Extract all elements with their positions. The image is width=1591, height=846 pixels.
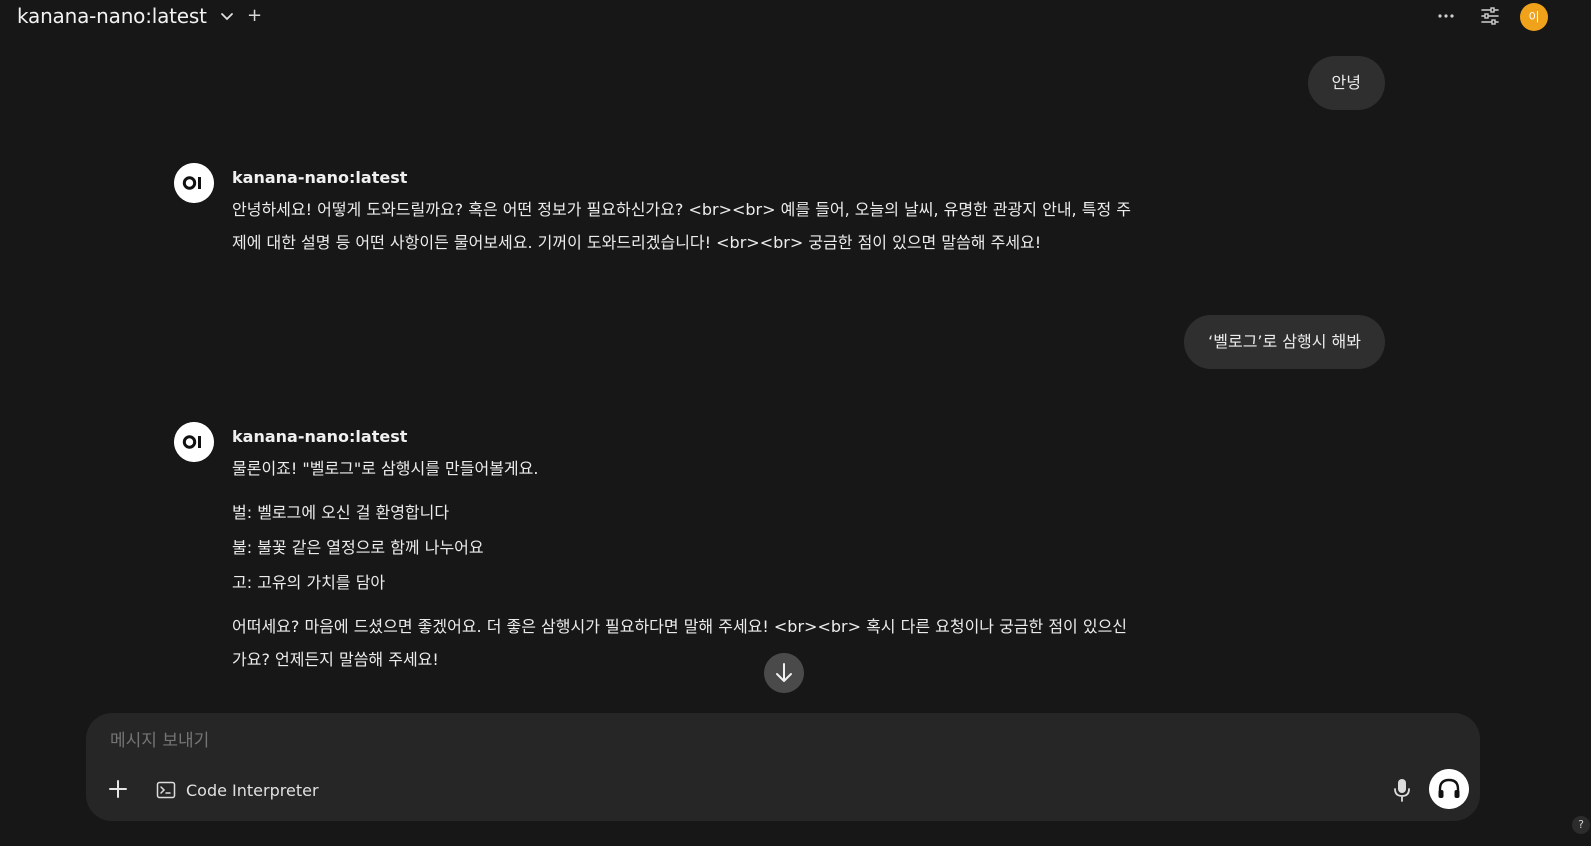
model-logo-icon: [174, 163, 214, 203]
code-interpreter-label: Code Interpreter: [186, 780, 319, 800]
assistant-text: 안녕하세요! 어떻게 도와드릴까요? 혹은 어떤 정보가 필요하신가요? <br…: [232, 193, 1392, 259]
assistant-text: 물론이죠! "벨로그"로 삼행시를 만들어볼게요. 벌: 벨로그에 오신 걸 환…: [232, 452, 1392, 676]
microphone-icon[interactable]: [1392, 777, 1412, 803]
sliders-icon[interactable]: [1480, 6, 1500, 26]
headphones-icon[interactable]: [1429, 769, 1469, 809]
text-line: 물론이죠! "벨로그"로 삼행시를 만들어볼게요.: [232, 459, 539, 478]
model-logo-icon: [174, 422, 214, 462]
user-avatar[interactable]: 이: [1520, 3, 1548, 31]
plus-icon[interactable]: [106, 777, 130, 801]
poem-line: 불: 불꽃 같은 열정으로 함께 나누어요: [232, 538, 484, 557]
text-line: 어떠세요? 마음에 드셨으면 좋겠어요. 더 좋은 삼행시가 필요하다면 말해 …: [232, 617, 1128, 636]
model-selector[interactable]: kanana-nano:latest: [17, 4, 207, 28]
message-composer: Code Interpreter: [86, 713, 1480, 821]
help-button[interactable]: ?: [1572, 816, 1590, 834]
top-bar: kanana-nano:latest + 이: [0, 0, 1591, 34]
chevron-down-icon[interactable]: [220, 9, 234, 23]
add-model-button[interactable]: +: [247, 6, 262, 26]
model-name: kanana-nano:latest: [232, 427, 408, 446]
more-horizontal-icon[interactable]: [1436, 6, 1456, 26]
text-line: 제에 대한 설명 등 어떤 사항이든 물어보세요. 기꺼이 도와드리겠습니다! …: [232, 233, 1042, 252]
code-interpreter-button[interactable]: Code Interpreter: [156, 778, 319, 802]
arrow-down-icon[interactable]: [764, 653, 804, 693]
model-name: kanana-nano:latest: [232, 168, 408, 187]
terminal-icon: [156, 781, 176, 799]
message-input[interactable]: [110, 731, 1410, 751]
text-line: 안녕하세요! 어떻게 도와드릴까요? 혹은 어떤 정보가 필요하신가요? <br…: [232, 200, 1131, 219]
poem-line: 벌: 벨로그에 오신 걸 환영합니다: [232, 503, 450, 522]
poem: 벌: 벨로그에 오신 걸 환영합니다 불: 불꽃 같은 열정으로 함께 나누어요…: [232, 495, 1392, 600]
user-message: 안녕: [1307, 56, 1385, 110]
poem-line: 고: 고유의 가치를 담아: [232, 573, 386, 592]
text-line: 가요? 언제든지 말씀해 주세요!: [232, 650, 439, 669]
user-message: ‘벨로그’로 삼행시 해봐: [1184, 315, 1385, 369]
